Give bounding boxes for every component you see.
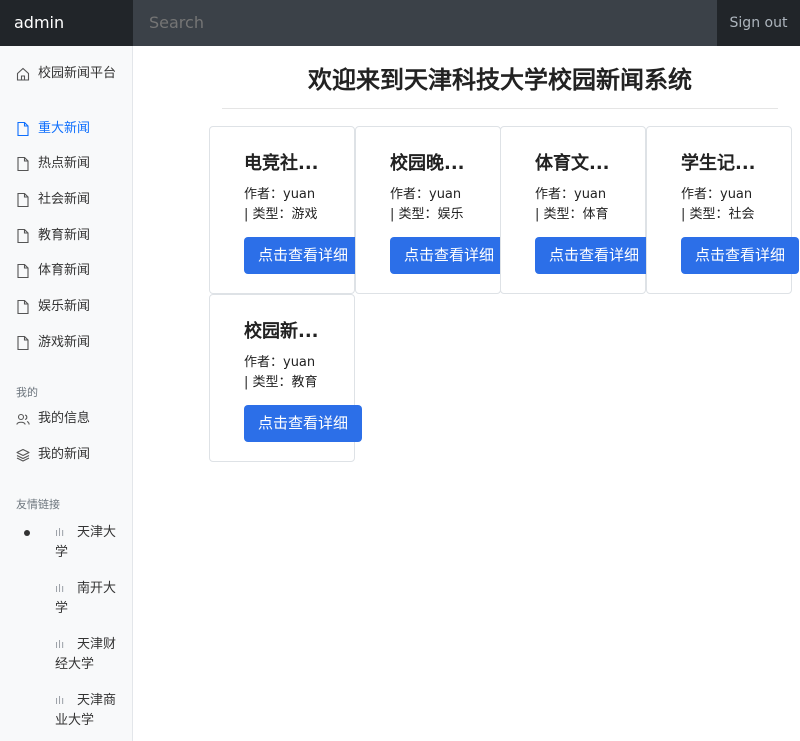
sidebar-item-label: 教育新闻 [38,228,91,243]
sidebar: 校园新闻平台 重大新闻 热点新闻 社会新闻 教育新闻 体育新闻 娱乐新闻 游戏新… [0,46,133,741]
card-title: 校园新... [244,321,319,342]
search-input[interactable] [133,0,717,46]
sidebar-item-my-news[interactable]: 我的新闻 [16,445,126,465]
sidebar-item-label: 体育新闻 [38,263,91,278]
link-item-tju[interactable]: ılı 天津大学 [55,523,125,563]
sidebar-item-my-info[interactable]: 我的信息 [16,409,126,429]
section-heading-mine: 我的 [16,386,38,399]
sidebar-item-entertainment-news[interactable]: 娱乐新闻 [16,297,126,317]
file-icon [17,299,29,315]
news-card: 校园晚... 作者：yuan | 类型：娱乐 点击查看详细 [355,126,508,294]
card-author: 作者：yuan [244,355,316,370]
news-card: 电竞社... 作者：yuan | 类型：游戏 点击查看详细 [209,126,362,294]
sidebar-item-hot-news[interactable]: 热点新闻 [16,154,126,174]
card-type: | 类型：社会 [681,207,755,222]
card-author: 作者：yuan [390,187,462,202]
brand-label[interactable]: admin [0,0,133,46]
view-details-button[interactable]: 点击查看详细 [244,405,362,442]
users-icon [16,413,30,425]
sidebar-item-label: 重大新闻 [38,121,91,136]
sidebar-item-education-news[interactable]: 教育新闻 [16,226,126,246]
top-navbar: admin Sign out [0,0,800,46]
card-title: 校园晚... [390,153,465,174]
news-card: 体育文... 作者：yuan | 类型：体育 点击查看详细 [500,126,653,294]
sidebar-item-social-news[interactable]: 社会新闻 [16,190,126,210]
bar-chart-icon: ılı [55,638,65,651]
news-card: 学生记... 作者：yuan | 类型：社会 点击查看详细 [646,126,799,294]
file-icon [17,192,29,208]
card-title: 学生记... [681,153,756,174]
sidebar-item-major-news[interactable]: 重大新闻 [16,119,126,139]
layers-icon [16,448,30,462]
sidebar-item-sports-news[interactable]: 体育新闻 [16,261,126,281]
sidebar-item-label: 娱乐新闻 [38,299,91,314]
section-heading-links: 友情链接 [16,498,60,511]
view-details-button[interactable]: 点击查看详细 [390,237,508,274]
view-details-button[interactable]: 点击查看详细 [535,237,653,274]
card-type: | 类型：游戏 [244,207,318,222]
sidebar-item-label: 社会新闻 [38,192,91,207]
card-type: | 类型：体育 [535,207,609,222]
title-divider [222,108,778,109]
card-author: 作者：yuan [681,187,753,202]
home-icon [16,67,30,81]
file-icon [17,263,29,279]
file-icon [17,156,29,172]
sidebar-item-label: 热点新闻 [38,156,91,171]
sidebar-item-label: 我的信息 [38,411,91,426]
bar-chart-icon: ılı [55,582,65,595]
news-card: 校园新... 作者：yuan | 类型：教育 点击查看详细 [209,294,362,462]
sidebar-item-game-news[interactable]: 游戏新闻 [16,333,126,353]
file-icon [17,228,29,244]
list-bullet [24,530,30,536]
file-icon [17,335,29,351]
card-type: | 类型：娱乐 [390,207,464,222]
view-details-button[interactable]: 点击查看详细 [244,237,362,274]
view-details-button[interactable]: 点击查看详细 [681,237,799,274]
page-title: 欢迎来到天津科技大学校园新闻系统 [308,66,692,94]
card-title: 体育文... [535,153,610,174]
sidebar-item-label: 游戏新闻 [38,335,91,350]
card-title: 电竞社... [244,153,319,174]
file-icon [17,121,29,137]
sign-out-button[interactable]: Sign out [717,0,800,46]
card-type: | 类型：教育 [244,375,318,390]
card-author: 作者：yuan [244,187,316,202]
sidebar-item-label: 我的新闻 [38,447,91,462]
card-author: 作者：yuan [535,187,607,202]
link-item-tjcu[interactable]: ılı 天津商业大学 [55,691,125,731]
sidebar-item-label: 校园新闻平台 [38,66,117,81]
sidebar-item-home[interactable]: 校园新闻平台 [16,64,126,84]
bar-chart-icon: ılı [55,526,65,539]
link-item-nankai[interactable]: ılı 南开大学 [55,579,125,619]
link-item-tufe[interactable]: ılı 天津财经大学 [55,635,125,675]
bar-chart-icon: ılı [55,694,65,707]
